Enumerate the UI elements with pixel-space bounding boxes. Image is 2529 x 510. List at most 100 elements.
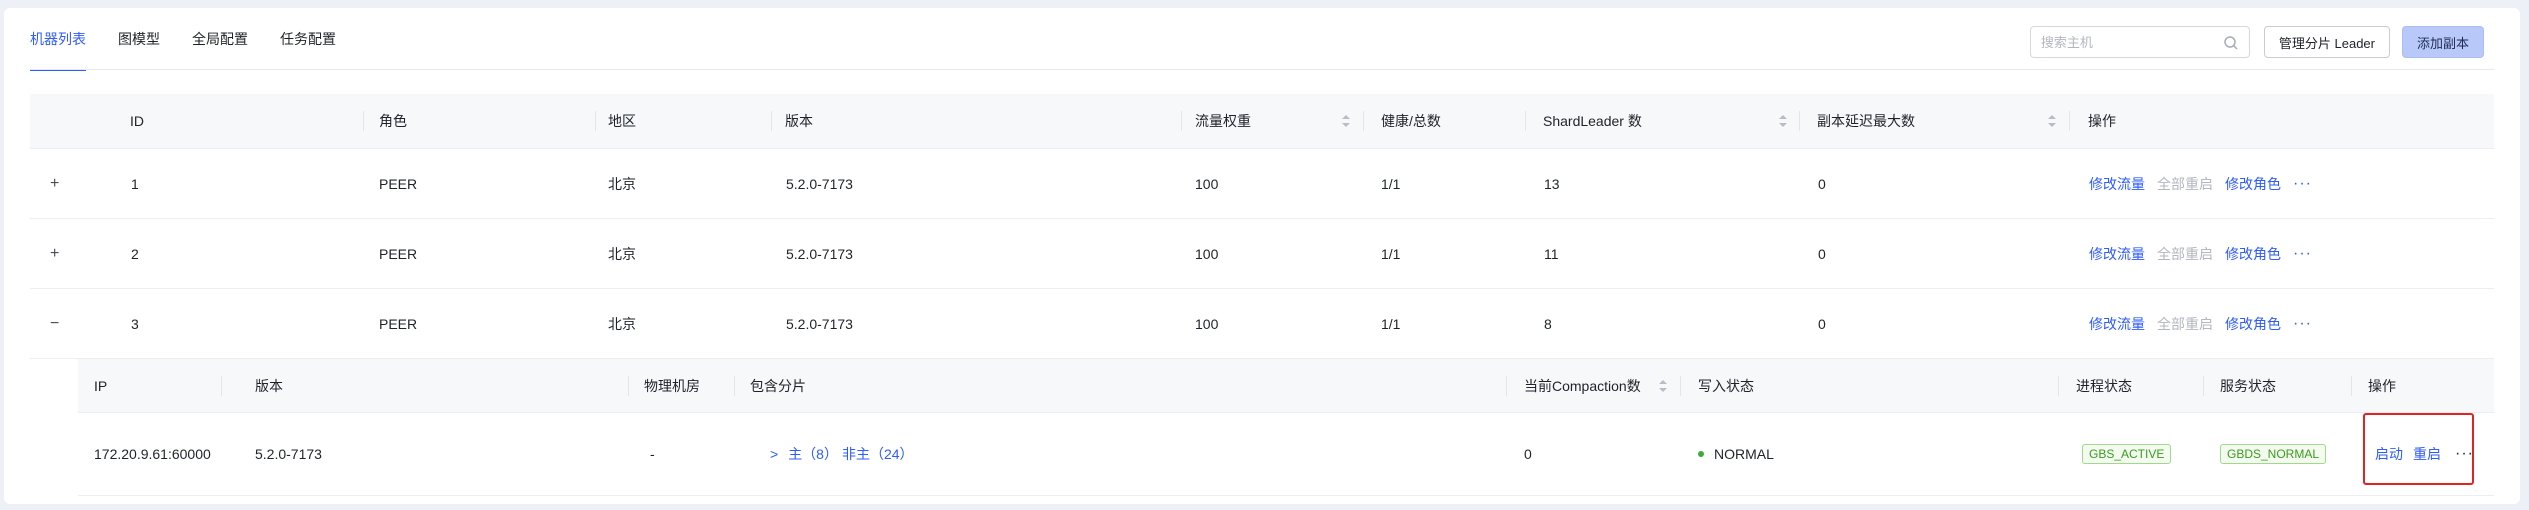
row-health: 1/1	[1381, 175, 1401, 192]
collapse-row-toggle[interactable]: −	[50, 289, 59, 358]
sub-header-ip: IP	[94, 377, 108, 394]
restart-link[interactable]: 重启	[2413, 444, 2441, 464]
row-actions: 修改流量 全部重启 修改角色 ···	[2089, 219, 2312, 288]
header-weight[interactable]: 流量权重	[1195, 94, 1251, 148]
tab-graph-model[interactable]: 图模型	[118, 8, 160, 70]
chevron-right-icon[interactable]: >	[770, 446, 778, 462]
row-max-delay: 0	[1818, 175, 1826, 192]
tabs-divider	[30, 69, 2494, 70]
header-id: ID	[130, 113, 144, 129]
column-divider[interactable]	[2069, 111, 2070, 131]
sub-table-row: 172.20.9.61:60000 5.2.0-7173 - > 主（8） 非主…	[78, 413, 2494, 495]
search-icon[interactable]	[2223, 35, 2239, 51]
modify-role-link[interactable]: 修改角色	[2225, 244, 2281, 264]
machine-table: ID 角色 地区 版本 流量权重 健康/总数 ShardLeader 数 副本延…	[30, 94, 2494, 496]
main-card: 机器列表 图模型 全局配置 任务配置 管理分片 Leader 添加副本 ID 角…	[4, 8, 2520, 504]
search-input[interactable]	[2030, 27, 2231, 57]
modify-weight-link[interactable]: 修改流量	[2089, 174, 2145, 194]
row-shard-leader: 8	[1544, 315, 1552, 332]
restart-all-link: 全部重启	[2157, 315, 2213, 332]
more-actions-icon[interactable]: ···	[2293, 245, 2312, 263]
column-divider[interactable]	[628, 376, 629, 396]
sub-header-write-state: 写入状态	[1698, 377, 1754, 394]
node-actions: 启动 重启 ···	[2375, 413, 2474, 495]
sort-icon[interactable]	[1341, 114, 1351, 128]
header-max-delay[interactable]: 副本延迟最大数	[1817, 94, 1915, 148]
tab-bar: 机器列表 图模型 全局配置 任务配置	[30, 8, 368, 71]
row-version: 5.2.0-7173	[786, 245, 853, 262]
row-weight: 100	[1195, 245, 1219, 262]
tab-global-config[interactable]: 全局配置	[192, 8, 248, 70]
row-role: PEER	[379, 315, 418, 332]
sub-table-header: IP 版本 物理机房 包含分片 当前Compaction数 写入状态 进程状态 …	[78, 359, 2494, 413]
sort-icon[interactable]	[1658, 379, 1668, 393]
column-divider[interactable]	[1525, 111, 1526, 131]
status-dot-icon	[1698, 451, 1704, 457]
tab-machine-list[interactable]: 机器列表	[30, 8, 86, 71]
row-health: 1/1	[1381, 315, 1401, 332]
column-divider[interactable]	[1799, 111, 1800, 131]
header-role: 角色	[379, 113, 407, 129]
row-version: 5.2.0-7173	[786, 175, 853, 192]
add-replica-button[interactable]: 添加副本	[2401, 26, 2484, 58]
shards-non-main-link[interactable]: 非主（24）	[842, 444, 914, 464]
row-id: 3	[131, 315, 139, 332]
sub-header-compaction[interactable]: 当前Compaction数	[1524, 359, 1641, 412]
process-state: GBS_ACTIVE	[2082, 413, 2172, 495]
service-state: GBDS_NORMAL	[2220, 413, 2327, 495]
column-divider[interactable]	[2203, 376, 2204, 396]
toolbar: 管理分片 Leader 添加副本	[2029, 26, 2484, 58]
row-weight: 100	[1195, 175, 1219, 192]
row-actions: 修改流量 全部重启 修改角色 ···	[2089, 149, 2312, 218]
tab-task-config[interactable]: 任务配置	[280, 8, 336, 70]
table-row: − 3 PEER 北京 5.2.0-7173 100 1/1 8 0 修改流量 …	[30, 289, 2494, 359]
modify-role-link[interactable]: 修改角色	[2225, 314, 2281, 334]
row-id: 2	[131, 245, 139, 262]
modify-weight-link[interactable]: 修改流量	[2089, 244, 2145, 264]
sub-header-shards: 包含分片	[750, 377, 806, 394]
shards-main-link[interactable]: 主（8）	[788, 444, 838, 464]
sub-header-version: 版本	[255, 377, 283, 394]
compaction-count: 0	[1524, 446, 1532, 462]
column-divider[interactable]	[1181, 111, 1182, 131]
header-health: 健康/总数	[1381, 113, 1441, 129]
sub-header-process-state: 进程状态	[2076, 377, 2132, 394]
manage-leader-button[interactable]: 管理分片 Leader	[2263, 26, 2390, 58]
expand-row-toggle[interactable]: +	[50, 219, 59, 288]
more-actions-icon[interactable]: ···	[2293, 175, 2312, 193]
column-divider[interactable]	[595, 111, 596, 131]
sub-header-room: 物理机房	[644, 377, 700, 394]
column-divider[interactable]	[1680, 376, 1681, 396]
row-weight: 100	[1195, 315, 1219, 332]
modify-role-link[interactable]: 修改角色	[2225, 174, 2281, 194]
column-divider[interactable]	[734, 376, 735, 396]
modify-weight-link[interactable]: 修改流量	[2089, 314, 2145, 334]
header-ops: 操作	[2088, 113, 2116, 129]
row-health: 1/1	[1381, 245, 1401, 262]
column-divider[interactable]	[221, 376, 222, 396]
node-room: -	[650, 446, 655, 462]
more-actions-icon[interactable]: ···	[2293, 315, 2312, 333]
node-version: 5.2.0-7173	[255, 446, 322, 462]
row-shard-leader: 11	[1544, 245, 1559, 262]
column-divider[interactable]	[2351, 376, 2352, 396]
column-divider[interactable]	[2058, 376, 2059, 396]
table-row: + 1 PEER 北京 5.2.0-7173 100 1/1 13 0 修改流量…	[30, 149, 2494, 219]
expand-row-toggle[interactable]: +	[50, 149, 59, 218]
column-divider[interactable]	[363, 111, 364, 131]
header-shard-leader[interactable]: ShardLeader 数	[1543, 94, 1642, 148]
row-version: 5.2.0-7173	[786, 315, 853, 332]
sort-icon[interactable]	[2047, 114, 2057, 128]
service-state-badge: GBDS_NORMAL	[2220, 444, 2327, 464]
column-divider[interactable]	[771, 111, 772, 131]
column-divider[interactable]	[1506, 376, 1507, 396]
write-state-label: NORMAL	[1714, 446, 1774, 462]
column-divider[interactable]	[1363, 111, 1364, 131]
sub-header-ops: 操作	[2368, 377, 2396, 394]
more-actions-icon[interactable]: ···	[2455, 445, 2474, 463]
node-ip: 172.20.9.61:60000	[94, 446, 211, 462]
header-version: 版本	[785, 113, 813, 129]
sort-icon[interactable]	[1778, 114, 1788, 128]
start-link[interactable]: 启动	[2375, 444, 2403, 464]
table-row: + 2 PEER 北京 5.2.0-7173 100 1/1 11 0 修改流量…	[30, 219, 2494, 289]
